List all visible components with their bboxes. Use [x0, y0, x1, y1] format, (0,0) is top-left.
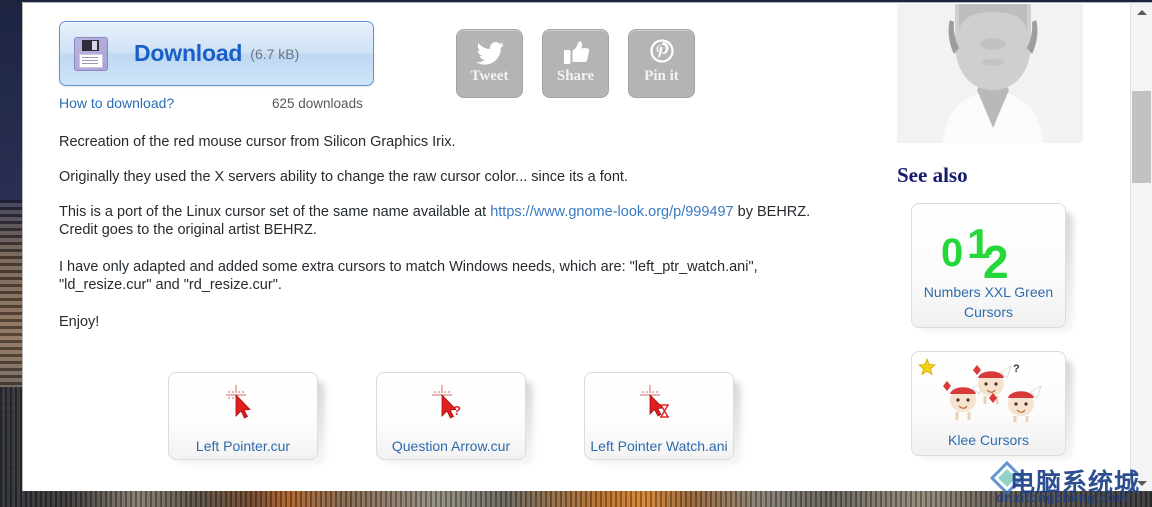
user-avatar [897, 4, 1083, 143]
adapted-text-line1: I have only adapted and added some extra… [59, 259, 758, 275]
see-also-item-klee-cursors[interactable]: ? Klee Cursors [911, 351, 1066, 456]
scroll-up-arrow [1136, 9, 1147, 15]
tweet-button[interactable]: Tweet [456, 29, 523, 98]
thumbs-up-icon [563, 41, 589, 64]
pinterest-icon [649, 39, 674, 63]
description-paragraph-2: Originally they used the X servers abili… [59, 169, 628, 185]
enjoy-text: Enjoy! [59, 314, 100, 330]
red-arrow-question-cursor-icon: ? [432, 385, 461, 419]
preview-caption: Left Pointer.cur [195, 438, 291, 454]
browser-window: Download (6.7 kB) How to download? 625 d… [22, 2, 1152, 491]
scrollbar-thumb[interactable] [1132, 91, 1151, 183]
see-also-caption: Klee Cursors [948, 432, 1029, 449]
see-also-item-numbers-xxl-green[interactable]: 0 1 2 Numbers XXL Green Cursors [911, 203, 1066, 328]
pin-it-button[interactable]: Pin it [628, 29, 695, 98]
svg-text:?: ? [453, 403, 461, 418]
download-file-size: (6.7 kB) [250, 45, 300, 62]
preview-thumb-left-pointer[interactable]: Left Pointer.cur [168, 372, 318, 460]
port-text-after: by BEHRZ. [733, 204, 811, 220]
svg-text:?: ? [1013, 363, 1020, 375]
scroll-up-button[interactable] [1131, 3, 1152, 21]
svg-text:2: 2 [983, 236, 1009, 282]
see-also-caption: Numbers XXL Green Cursors [923, 284, 1054, 321]
preview-thumb-question-arrow[interactable]: ? Question Arrow.cur [376, 372, 526, 460]
floppy-label [79, 53, 103, 68]
red-arrow-hourglass-cursor-icon [640, 385, 669, 418]
svg-text:0: 0 [941, 231, 963, 275]
gnome-look-link[interactable]: https://www.gnome-look.org/p/999497 [490, 204, 733, 220]
how-to-download-link[interactable]: How to download? [59, 95, 174, 111]
download-button-label: Download [134, 40, 243, 66]
klee-characters-icon: ? [942, 363, 1042, 422]
preview-caption: Question Arrow.cur [391, 438, 511, 454]
scroll-down-arrow [1136, 480, 1147, 486]
pin-it-button-label: Pin it [644, 68, 679, 84]
scroll-down-button[interactable] [1131, 474, 1152, 491]
social-share-row: Tweet Share Pin it [456, 29, 695, 98]
preview-thumb-left-pointer-watch[interactable]: Left Pointer Watch.ani [584, 372, 734, 460]
description-paragraph-1: Recreation of the red mouse cursor from … [59, 134, 456, 150]
see-also-heading: See also [897, 163, 968, 187]
red-arrow-cursor-icon [226, 385, 251, 419]
tweet-button-label: Tweet [470, 68, 509, 84]
green-numbers-012-icon: 0 1 2 [941, 220, 1009, 282]
page-viewport: Download (6.7 kB) How to download? 625 d… [23, 3, 1131, 491]
port-text-before: This is a port of the Linux cursor set o… [59, 204, 491, 220]
share-button-label: Share [556, 68, 595, 84]
adapted-text-line2: "ld_resize.cur" and "rd_resize.cur". [59, 277, 282, 294]
description-paragraph-4: I have only adapted and added some extra… [59, 258, 873, 294]
description-paragraph-3: This is a port of the Linux cursor set o… [59, 203, 859, 239]
twitter-bird-icon [475, 42, 504, 65]
preview-caption: Left Pointer Watch.ani [590, 438, 728, 454]
share-button[interactable]: Share [542, 29, 609, 98]
downloads-count: 625 downloads [272, 96, 363, 111]
avatar-silhouette-icon [897, 4, 1083, 143]
floppy-disk-icon [74, 36, 108, 71]
vertical-scrollbar[interactable] [1130, 3, 1152, 491]
download-button[interactable]: Download (6.7 kB) [59, 21, 374, 86]
credit-text: Credit goes to the original artist BEHRZ… [59, 222, 317, 239]
floppy-shutter [82, 39, 99, 51]
